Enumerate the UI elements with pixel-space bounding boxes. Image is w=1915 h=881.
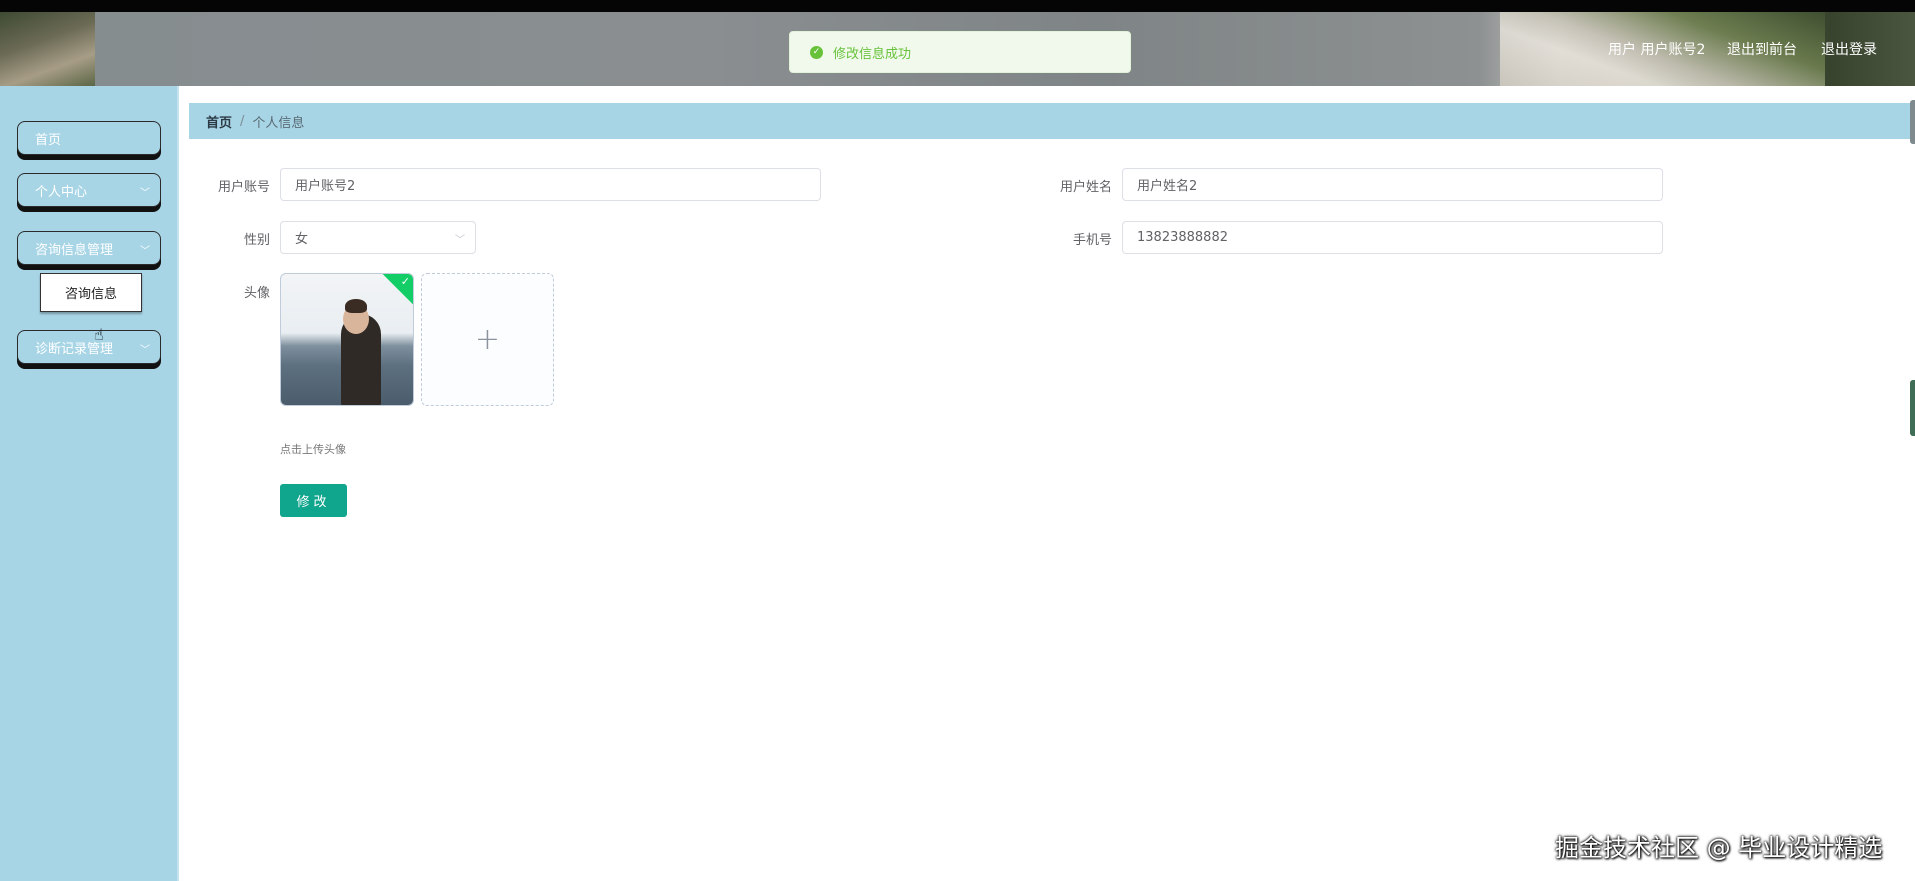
success-toast: ✓ 修改信息成功 — [789, 31, 1131, 73]
sidebar-divider — [177, 86, 179, 881]
gender-select[interactable]: 女 ﹀ — [280, 221, 476, 254]
account-field[interactable]: 用户账号2 — [280, 168, 821, 201]
check-icon: ✓ — [400, 275, 410, 288]
phone-value: 13823888882 — [1137, 230, 1228, 245]
sidebar-item-label: 首页 — [35, 132, 62, 148]
top-black-bar — [0, 0, 1915, 12]
chevron-down-icon: ﹀ — [140, 246, 150, 257]
toast-message: 修改信息成功 — [833, 46, 912, 62]
submenu-item-consult-info[interactable]: 咨询信息 — [40, 273, 142, 312]
breadcrumb: 首页 / 个人信息 — [189, 103, 1915, 139]
breadcrumb-current: 个人信息 — [252, 115, 305, 131]
avatar-upload-button[interactable]: + — [421, 273, 554, 406]
breadcrumb-separator: / — [240, 113, 245, 129]
check-circle-icon: ✓ — [810, 45, 823, 59]
right-edge-tab[interactable] — [1910, 380, 1915, 436]
name-value: 用户姓名2 — [1137, 179, 1198, 194]
logout-link[interactable]: 退出登录 — [1821, 39, 1877, 59]
sidebar-item-label: 个人中心 — [35, 184, 88, 200]
watermark: 掘金技术社区 @ 毕业设计精选 — [1555, 834, 1883, 862]
current-user-label: 用户 用户账号2 — [1608, 42, 1706, 58]
submit-button[interactable]: 修改 — [280, 484, 347, 517]
gender-value: 女 — [295, 232, 309, 247]
phone-label: 手机号 — [1072, 233, 1112, 248]
sidebar-item-diagnosis-management[interactable]: 诊断记录管理 ﹀ — [17, 330, 161, 364]
name-field[interactable]: 用户姓名2 — [1122, 168, 1663, 201]
gender-label: 性别 — [243, 233, 270, 248]
right-edge-tab[interactable] — [1910, 100, 1915, 144]
hand-cursor-icon: ☝ — [94, 325, 104, 344]
chevron-down-icon: ﹀ — [140, 345, 150, 356]
name-label: 用户姓名 — [1059, 180, 1112, 195]
breadcrumb-home[interactable]: 首页 — [206, 112, 232, 131]
header-decoration-left — [0, 12, 95, 86]
avatar-label: 头像 — [243, 286, 270, 301]
upload-hint: 点击上传头像 — [280, 443, 346, 456]
sidebar-item-home[interactable]: 首页 — [17, 121, 161, 155]
sidebar-item-consult-management[interactable]: 咨询信息管理 ﹀ — [17, 231, 161, 265]
phone-field[interactable]: 13823888882 — [1122, 221, 1663, 254]
chevron-down-icon: ﹀ — [140, 188, 150, 199]
sidebar-item-personal-center[interactable]: 个人中心 ﹀ — [17, 173, 161, 207]
account-label: 用户账号 — [217, 180, 270, 195]
avatar-preview[interactable]: ✓ — [280, 273, 414, 406]
sidebar-item-label: 咨询信息管理 — [35, 242, 114, 258]
chevron-down-icon: ﹀ — [455, 235, 465, 246]
account-value: 用户账号2 — [295, 179, 356, 194]
plus-icon: + — [474, 322, 501, 357]
back-to-front-link[interactable]: 退出到前台 — [1727, 39, 1797, 59]
avatar-person-hair — [345, 299, 367, 313]
